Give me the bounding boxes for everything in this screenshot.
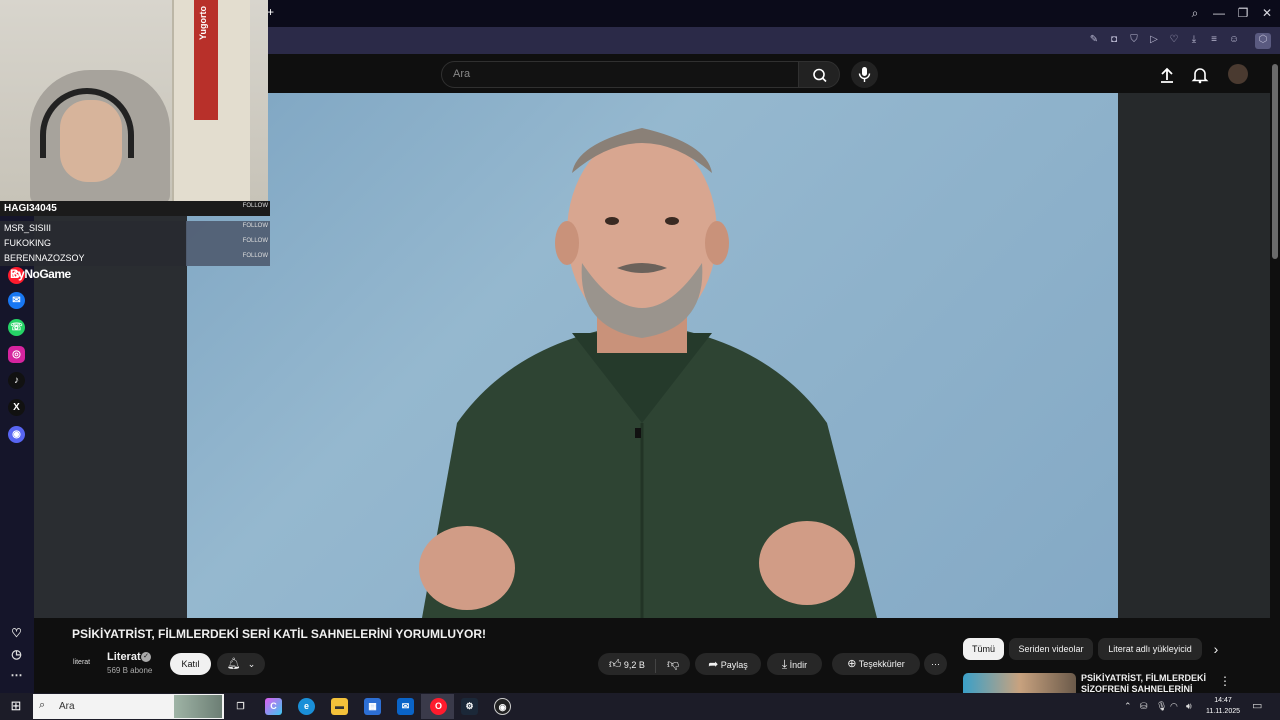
tiktok-icon[interactable]: ♪	[8, 372, 25, 389]
super-thanks-icon: ⊕	[847, 658, 857, 670]
download-icon: ⤓	[781, 657, 788, 671]
x-twitter-icon[interactable]: X	[8, 399, 25, 416]
voice-search-button[interactable]	[851, 61, 878, 88]
network-icon[interactable]: ⛁	[1140, 701, 1148, 712]
follower-row: FUKOKING FOLLOW	[0, 236, 270, 251]
recommended-video-title[interactable]: PSİKİYATRİST, FİLMLERDEKİ SİZOFRENİ SAHN…	[1081, 673, 1211, 693]
new-tab-button[interactable]: +	[267, 6, 277, 18]
history-icon[interactable]: ◷	[8, 646, 25, 663]
obs-icon[interactable]: ◉	[494, 698, 511, 715]
play-icon[interactable]: ▷	[1147, 33, 1161, 47]
dislike-button[interactable]: 👎︎	[667, 657, 679, 671]
minimize-button[interactable]: —	[1210, 5, 1228, 21]
thanks-button[interactable]: ⊕ Teşekkürler	[832, 653, 920, 675]
video-frame[interactable]	[187, 93, 1118, 618]
join-button[interactable]: Katıl	[170, 653, 211, 675]
notifications-icon[interactable]	[1191, 66, 1209, 84]
follower-row: BERENNAZOZSOY FOLLOW	[0, 251, 270, 266]
download-button[interactable]: ⤓ İndir	[767, 653, 822, 675]
heart-icon[interactable]: ♡	[1167, 33, 1181, 47]
volume-icon[interactable]: 🔊︎	[1186, 701, 1192, 712]
mail-icon[interactable]: ✉	[397, 698, 414, 715]
chip-series-videos[interactable]: Seriden videolar	[1009, 638, 1093, 660]
divider	[655, 658, 657, 673]
whatsapp-icon[interactable]: ☏	[8, 319, 25, 336]
video-speaker-image	[419, 128, 877, 618]
scrollbar-thumb[interactable]	[1272, 64, 1278, 259]
shield-icon[interactable]: ⛉	[1127, 33, 1141, 47]
chip-all[interactable]: Tümü	[963, 638, 1004, 660]
edit-icon[interactable]: ✎	[1087, 33, 1101, 47]
chat-ai-icon[interactable]: ◉	[8, 426, 25, 443]
messenger-icon[interactable]: ✉	[8, 292, 25, 309]
search-icon	[813, 68, 827, 83]
share-icon: ➦	[708, 657, 719, 671]
thumbs-up-icon: 👍︎	[608, 657, 622, 671]
taskbar-clock[interactable]: 14:47 11.11.2025	[1200, 695, 1246, 717]
close-button[interactable]: ✕	[1258, 5, 1276, 21]
search-button[interactable]	[798, 61, 840, 88]
streamer-webcam: Yugorto	[0, 0, 268, 201]
channel-name[interactable]: Literat	[107, 651, 141, 663]
microphone-tray-icon[interactable]: 🎙︎	[1156, 701, 1167, 712]
profile-icon[interactable]: ☺	[1227, 33, 1241, 47]
download-icon[interactable]: ⤓	[1187, 33, 1201, 47]
subscriber-count: 569 B abone	[107, 666, 153, 675]
steam-icon[interactable]: ⚙	[461, 698, 478, 715]
video-title: PSİKİYATRİST, FİLMLERDEKİ SERİ KATİL SAH…	[72, 627, 487, 641]
webcam-scarf: Yugorto	[194, 0, 218, 120]
more-icon[interactable]: ⋯	[8, 667, 25, 684]
chevron-down-icon: ⌄	[247, 659, 256, 669]
opera-gx-icon[interactable]: O	[430, 698, 447, 715]
share-button[interactable]: ➦ Paylaş	[695, 653, 761, 675]
chip-channel-uploads[interactable]: Literat adlı yükleyicid	[1098, 638, 1202, 660]
bell-icon: 🔔︎	[226, 658, 241, 670]
more-actions-button[interactable]: ⋯	[924, 653, 947, 675]
search-highlight-image	[174, 695, 222, 718]
recommended-video-thumbnail[interactable]	[963, 673, 1076, 693]
account-avatar[interactable]	[1228, 64, 1248, 84]
task-view-icon[interactable]: ❐	[232, 698, 249, 715]
instagram-icon[interactable]: ◎	[8, 346, 25, 363]
like-button[interactable]: 👍︎ 9,2 B	[609, 653, 645, 676]
verified-icon: ✓	[141, 652, 151, 662]
copilot-icon[interactable]: C	[265, 698, 282, 715]
microsoft-store-icon[interactable]: ▦	[364, 698, 381, 715]
extension-icon[interactable]: ⬡	[1255, 33, 1271, 49]
file-explorer-icon[interactable]: ▬	[331, 698, 348, 715]
notification-bell-button[interactable]: 🔔︎ ⌄	[217, 653, 265, 675]
streamer-watermark: ByNoGame	[10, 267, 71, 281]
edge-icon[interactable]: e	[298, 698, 315, 715]
kebab-menu-icon[interactable]: ⋮	[1219, 674, 1231, 688]
follower-row: HAGI34045 FOLLOW	[0, 201, 270, 216]
chevron-right-icon[interactable]: ›	[1207, 640, 1225, 658]
favorites-icon[interactable]: ♡	[8, 625, 25, 642]
windows-start-icon[interactable]: ⊞	[8, 697, 24, 715]
search-input[interactable]: Ara	[441, 61, 799, 88]
search-icon: ⌕	[39, 699, 46, 711]
video-letterbox-right	[1118, 93, 1270, 618]
search-tabs-icon[interactable]: ⌕	[1186, 5, 1204, 21]
camera-icon[interactable]: ◘	[1107, 33, 1121, 47]
menu-icon[interactable]: ≡	[1207, 33, 1221, 47]
upload-icon[interactable]	[1158, 66, 1176, 84]
restore-button[interactable]: ❐	[1234, 5, 1252, 21]
follower-row: MSR_SISIII FOLLOW	[0, 221, 270, 236]
channel-avatar[interactable]: literat	[73, 652, 101, 674]
like-count: 9,2 B	[623, 660, 645, 670]
tray-chevron-up-icon[interactable]: ⌃	[1124, 701, 1132, 712]
microphone-icon	[858, 67, 871, 82]
wifi-icon[interactable]: ◠	[1170, 701, 1178, 712]
like-dislike-group: 👍︎ 9,2 B 👎︎	[598, 653, 690, 675]
notification-center-icon[interactable]: ▭	[1252, 699, 1262, 712]
